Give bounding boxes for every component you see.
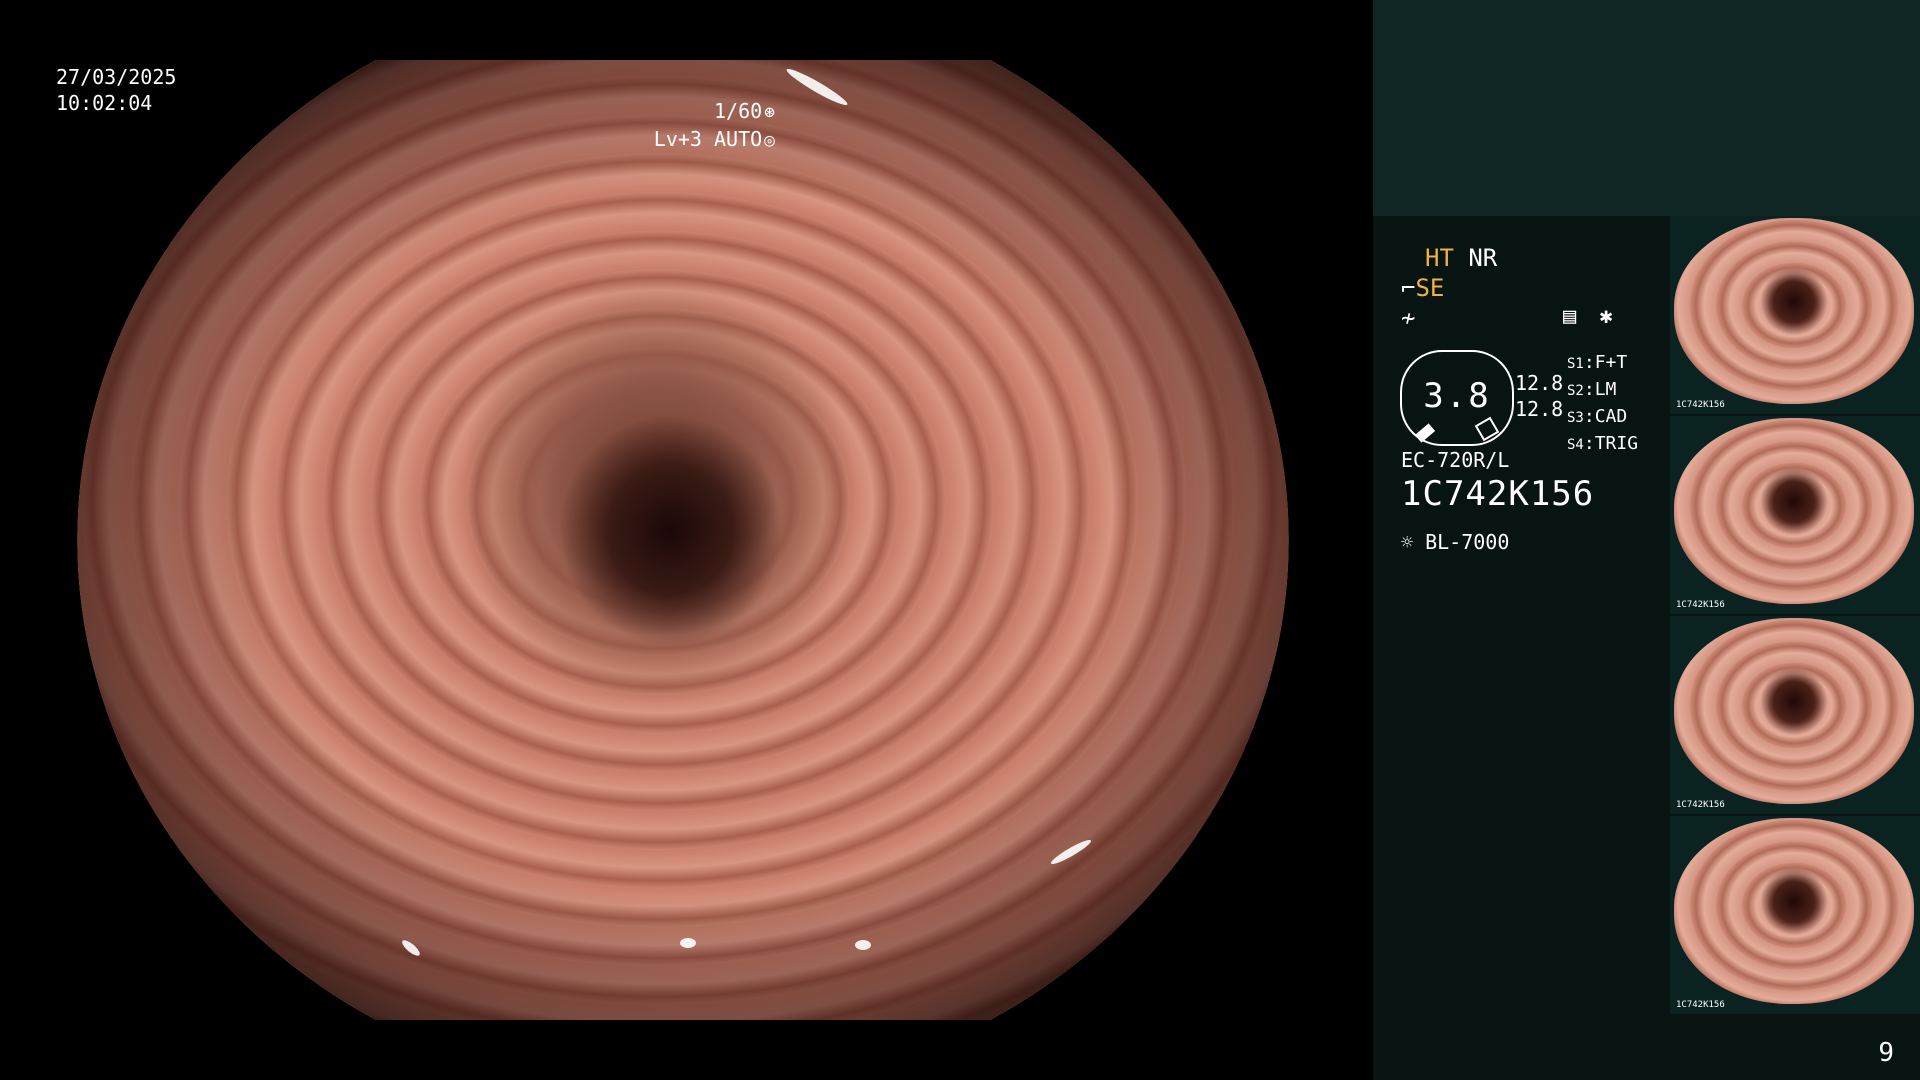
- thumbnail-item[interactable]: 1C742K156: [1670, 616, 1920, 814]
- thumbnail-item[interactable]: 1C742K156: [1670, 216, 1920, 414]
- memory-icon: ▤: [1563, 304, 1577, 329]
- captured-thumbnails: 1C742K156 1C742K156 1C742K156 1C742K156: [1670, 216, 1920, 1016]
- switch-assignments: S1:F+T S2:LM S3:CAD S4:TRIG: [1567, 350, 1638, 458]
- focus-row: ≁: [1401, 304, 1415, 332]
- switch-item: S4:TRIG: [1567, 433, 1639, 454]
- date-text: 27/03/2025: [56, 65, 177, 89]
- endoscopy-vignette: [77, 60, 1289, 1020]
- shutter-icon: ⊛: [764, 102, 775, 123]
- lamp-icon: ☼: [1401, 530, 1414, 554]
- endoscopy-video-area: 27/03/2025 10:02:04 1/60 ⊛ Lv+3 AUTO ◎: [0, 0, 1373, 1080]
- gauge-left-marker-icon: [1414, 423, 1436, 443]
- zoom-values: 12.8 12.8: [1515, 370, 1563, 422]
- freeze-icon: ✱: [1599, 304, 1613, 329]
- zoom-value: 3.8: [1423, 376, 1491, 416]
- specular-highlight: [855, 940, 871, 950]
- zoom-max: 12.8: [1515, 397, 1564, 421]
- switch-item: S2:LM: [1567, 379, 1617, 400]
- panel-header-area: [1373, 0, 1920, 216]
- switch-item: S3:CAD: [1567, 406, 1628, 427]
- enhance-row: ⌐SE: [1401, 274, 1444, 302]
- shutter-text: 1/60: [713, 99, 763, 123]
- se-label: SE: [1415, 274, 1445, 302]
- time-text: 10:02:04: [56, 91, 153, 115]
- thumbnail-serial: 1C742K156: [1676, 600, 1725, 610]
- focus-icon: ≁: [1401, 304, 1416, 332]
- thumbnail-image: [1674, 418, 1914, 604]
- thumbnail-image: [1674, 818, 1914, 1004]
- enhance-icon: ⌐: [1401, 274, 1416, 302]
- thumbnail-serial: 1C742K156: [1676, 400, 1725, 410]
- light-source-label: BL-7000: [1425, 530, 1510, 554]
- iris-text: Lv+3 AUTO: [653, 127, 763, 151]
- thumbnail-serial: 1C742K156: [1676, 1000, 1725, 1010]
- datetime-overlay: 27/03/2025 10:02:04: [56, 64, 176, 116]
- exposure-overlay: 1/60 ⊛ Lv+3 AUTO ◎: [654, 98, 775, 154]
- iris-icon: ◎: [764, 130, 775, 151]
- thumbnail-image: [1674, 618, 1914, 804]
- thumbnail-serial: 1C742K156: [1676, 800, 1725, 810]
- gauge-right-marker-icon: [1474, 416, 1500, 442]
- scope-model: EC-720R/L: [1401, 448, 1510, 472]
- thumbnail-item[interactable]: 1C742K156: [1670, 816, 1920, 1014]
- scope-serial: 1C742K156: [1401, 474, 1595, 514]
- nr-label: NR: [1468, 244, 1498, 272]
- status-icons-row: ▤ ✱: [1563, 304, 1613, 329]
- thumbnail-item[interactable]: 1C742K156: [1670, 416, 1920, 614]
- zoom-min: 12.8: [1515, 371, 1564, 395]
- switch-item: S1:F+T: [1567, 352, 1628, 373]
- image-mode-row: HT NR: [1425, 244, 1497, 272]
- thumbnail-image: [1674, 218, 1914, 404]
- light-source-row: ☼ BL-7000: [1401, 530, 1509, 554]
- page-number: 9: [1878, 1038, 1894, 1068]
- specular-highlight: [680, 938, 696, 948]
- ht-label: HT: [1425, 244, 1454, 272]
- zoom-gauge: 3.8: [1400, 350, 1514, 446]
